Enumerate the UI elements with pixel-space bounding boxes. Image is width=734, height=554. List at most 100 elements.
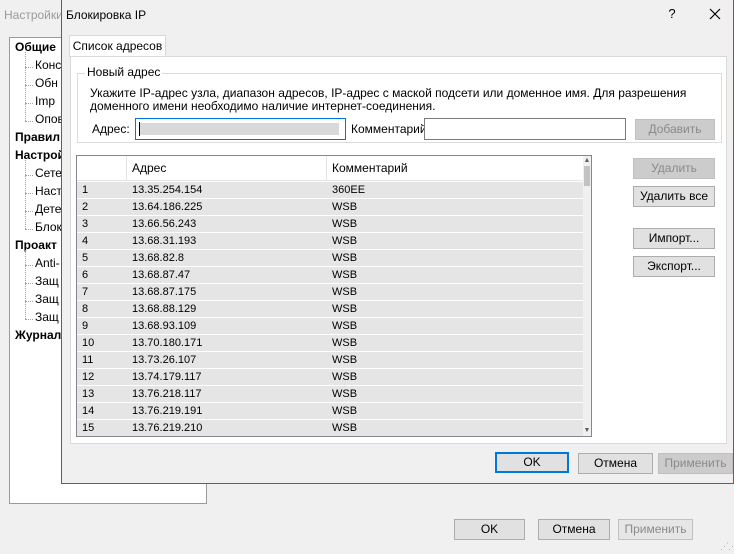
add-button[interactable]: Добавить [635, 119, 715, 140]
cell-comment: WSB [332, 286, 358, 298]
table-row[interactable]: 11 13.73.26.107 WSB [77, 352, 587, 369]
tree-connector [25, 160, 26, 229]
table-row[interactable]: 13 13.76.218.117 WSB [77, 386, 587, 403]
table-row[interactable]: 12 13.74.179.117 WSB [77, 369, 587, 386]
tab-address-list[interactable]: Список адресов [69, 35, 166, 57]
address-table[interactable]: Адрес Комментарий 1 13.35.254.154 360EE 2 13… [76, 155, 592, 437]
tree-connector [25, 211, 33, 212]
cell-comment: WSB [332, 201, 358, 213]
cell-index: 4 [82, 235, 89, 247]
tree-item[interactable]: Проакт [15, 238, 57, 252]
cell-address: 13.68.31.193 [132, 235, 197, 247]
cancel-button[interactable]: Отмена [578, 453, 653, 474]
group-title: Новый адрес [85, 65, 163, 79]
apply-button: Применить [658, 453, 733, 474]
cell-address: 13.76.218.117 [132, 388, 202, 400]
cell-index: 3 [82, 218, 89, 230]
table-row[interactable]: 9 13.68.93.109 WSB [77, 318, 587, 335]
table-row[interactable]: 5 13.68.82.8 WSB [77, 250, 587, 267]
table-header: Адрес Комментарий [77, 156, 587, 181]
table-row[interactable]: 1 13.35.254.154 360EE [77, 182, 587, 199]
cell-comment: WSB [332, 422, 358, 434]
scroll-down-icon[interactable]: ▼ [583, 426, 591, 436]
tree-connector [25, 250, 26, 319]
cell-index: 9 [82, 320, 89, 332]
table-row[interactable]: 7 13.68.87.175 WSB [77, 284, 587, 301]
cell-index: 11 [82, 354, 94, 366]
tree-item[interactable]: Imp [35, 94, 55, 108]
cell-comment: WSB [332, 371, 358, 383]
cell-index: 12 [82, 371, 95, 383]
scroll-up-icon[interactable]: ▲ [583, 156, 591, 166]
cell-index: 15 [82, 422, 95, 434]
export-button[interactable]: Экспорт... [633, 256, 715, 277]
tree-connector [25, 103, 33, 104]
column-header-index[interactable] [77, 156, 127, 181]
column-header-address[interactable]: Адрес [127, 156, 327, 181]
tree-connector [25, 175, 33, 176]
import-button[interactable]: Импорт... [633, 228, 715, 249]
table-row[interactable]: 4 13.68.31.193 WSB [77, 233, 587, 250]
text-caret [139, 122, 140, 136]
cell-index: 2 [82, 201, 89, 213]
column-header-comment[interactable]: Комментарий [327, 156, 587, 181]
tree-item[interactable]: Общие [15, 40, 56, 54]
instruction-text: Укажите IP-адрес узла, диапазон адресов,… [90, 86, 687, 113]
cell-comment: WSB [332, 252, 358, 264]
table-row[interactable]: 14 13.76.219.191 WSB [77, 403, 587, 420]
cell-index: 14 [82, 405, 95, 417]
table-row[interactable]: 10 13.70.180.171 WSB [77, 335, 587, 352]
help-button[interactable]: ? [662, 6, 682, 21]
table-row[interactable]: 3 13.66.56.243 WSB [77, 216, 587, 233]
cell-comment: WSB [332, 269, 358, 281]
cell-address: 13.74.179.117 [132, 371, 202, 383]
tree-connector [25, 283, 33, 284]
tree-item[interactable]: Anti- [35, 256, 60, 270]
tree-item[interactable]: Защ [35, 292, 59, 306]
cell-comment: WSB [332, 388, 358, 400]
tree-item[interactable]: Правил [15, 130, 60, 144]
tree-connector [25, 67, 33, 68]
delete-button[interactable]: Удалить [633, 158, 715, 179]
table-row[interactable]: 8 13.68.88.129 WSB [77, 301, 587, 318]
cell-index: 7 [82, 286, 89, 298]
table-scrollbar[interactable]: ▲ ▼ [583, 156, 591, 436]
address-input[interactable] [135, 118, 346, 140]
ok-button[interactable]: OK [495, 452, 569, 473]
tree-connector [25, 85, 33, 86]
tree-item[interactable]: Конс [35, 58, 61, 72]
tree-item[interactable]: Настрой [15, 148, 65, 162]
cell-address: 13.76.219.191 [132, 405, 203, 417]
comment-input[interactable] [424, 118, 626, 140]
tree-connector [25, 301, 33, 302]
table-row[interactable]: 2 13.64.186.225 WSB [77, 199, 587, 216]
address-input-highlight [140, 123, 339, 135]
tree-item[interactable]: Наст [35, 184, 62, 198]
tree-item[interactable]: Опов [35, 112, 64, 126]
parent-ok-button[interactable]: OK [454, 519, 525, 540]
table-row[interactable]: 6 13.68.87.47 WSB [77, 267, 587, 284]
cell-address: 13.68.88.129 [132, 303, 197, 315]
parent-cancel-button[interactable]: Отмена [538, 519, 610, 540]
new-address-group: Новый адрес Укажите IP-адрес узла, диапа… [77, 65, 722, 143]
cell-index: 5 [82, 252, 89, 264]
tree-item[interactable]: Дете [35, 202, 61, 216]
cell-comment: WSB [332, 235, 358, 247]
tree-item[interactable]: Защ [35, 274, 59, 288]
close-icon[interactable] [704, 5, 726, 25]
parent-apply-button: Применить [618, 519, 693, 540]
tree-item[interactable]: Журнал [15, 328, 61, 342]
delete-all-button[interactable]: Удалить все [633, 186, 715, 207]
table-row[interactable]: 15 13.76.219.210 WSB [77, 420, 587, 436]
dialog-title: Блокировка IP [66, 8, 147, 22]
cell-comment: WSB [332, 337, 358, 349]
tree-item[interactable]: Блок [35, 220, 62, 234]
tree-item[interactable]: Защ [35, 310, 59, 324]
tree-connector [25, 121, 33, 122]
resize-grip-icon[interactable]: ⋰⋰ [720, 540, 734, 552]
address-label: Адрес: [92, 122, 130, 136]
scroll-thumb[interactable] [584, 166, 590, 186]
tree-item[interactable]: Обн [35, 76, 58, 90]
tree-item[interactable]: Сете [35, 166, 62, 180]
tree-connector [25, 229, 33, 230]
